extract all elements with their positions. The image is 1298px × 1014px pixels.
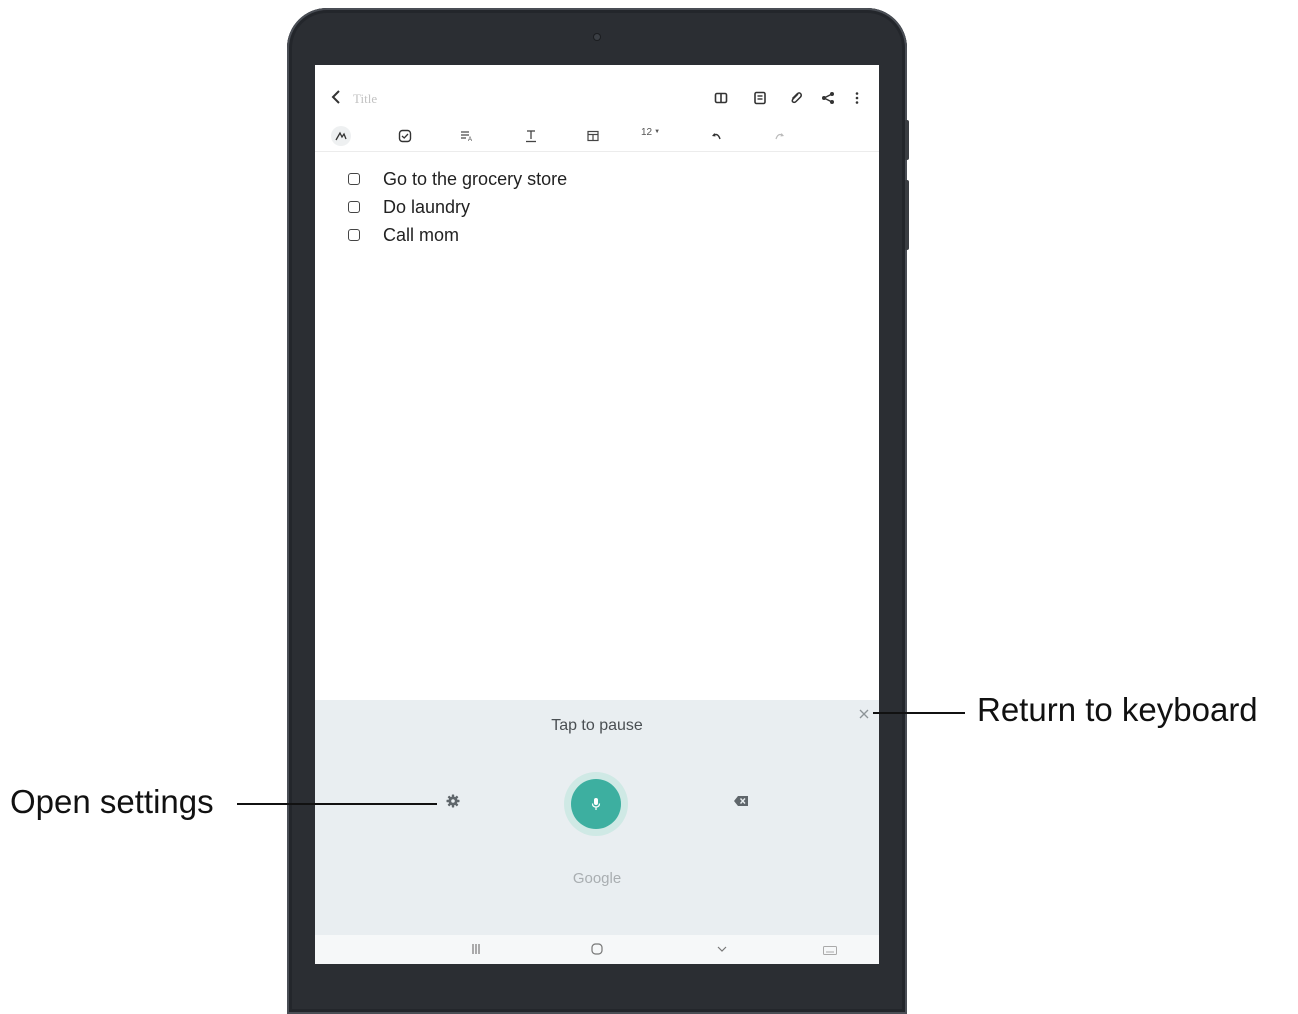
settings-icon[interactable] <box>445 793 461 809</box>
open-settings-callout: Open settings <box>10 783 214 820</box>
backspace-icon[interactable] <box>733 795 749 807</box>
back-icon[interactable] <box>329 89 343 105</box>
text-style-icon[interactable]: A <box>457 127 477 145</box>
more-icon[interactable] <box>850 91 864 105</box>
return-to-keyboard-leader <box>873 712 965 714</box>
recent-apps-icon[interactable] <box>471 943 481 955</box>
pen-mode-icon[interactable] <box>331 126 351 146</box>
font-size-value: 12 <box>641 127 653 138</box>
checklist-item-text[interactable]: Do laundry <box>383 197 470 218</box>
checklist: Go to the grocery store Do laundry Call … <box>345 165 567 249</box>
chevron-down-icon: ▼ <box>654 129 661 135</box>
front-camera <box>594 34 600 40</box>
checklist-item[interactable]: Call mom <box>345 221 567 249</box>
split-view-icon[interactable] <box>714 91 728 105</box>
note-toolbar: Title <box>315 65 879 121</box>
mic-button[interactable] <box>571 779 621 829</box>
text-format-icon[interactable] <box>521 127 541 145</box>
note-title-input[interactable]: Title <box>353 91 377 107</box>
checklist-item-text[interactable]: Call mom <box>383 225 459 246</box>
svg-text:A: A <box>468 137 472 142</box>
checklist-item[interactable]: Do laundry <box>345 193 567 221</box>
voice-status-text[interactable]: Tap to pause <box>315 717 879 735</box>
voice-input-panel: Tap to pause Google <box>315 700 879 935</box>
format-toolbar: A <box>315 121 879 152</box>
table-icon[interactable] <box>583 127 603 145</box>
open-settings-leader <box>237 803 437 805</box>
item-checkbox[interactable] <box>348 173 360 185</box>
checklist-item-text[interactable]: Go to the grocery store <box>383 169 567 190</box>
redo-icon[interactable] <box>769 127 789 145</box>
undo-icon[interactable] <box>707 127 727 145</box>
tablet-screen: Title A 12 ▼ Go to the grocery store Do … <box>315 65 879 964</box>
power-button <box>905 180 909 250</box>
home-icon[interactable] <box>591 943 603 955</box>
collapse-icon[interactable] <box>717 945 727 953</box>
checkbox-icon[interactable] <box>395 127 415 145</box>
notes-icon[interactable] <box>753 91 767 105</box>
item-checkbox[interactable] <box>348 229 360 241</box>
mic-icon <box>591 798 601 810</box>
system-nav-bar <box>315 935 879 964</box>
keyboard-icon[interactable] <box>823 946 837 955</box>
checklist-item[interactable]: Go to the grocery store <box>345 165 567 193</box>
share-icon[interactable] <box>821 91 835 105</box>
font-size-dropdown[interactable]: 12 ▼ <box>641 127 660 138</box>
volume-button <box>905 120 909 160</box>
voice-provider-label: Google <box>572 870 622 887</box>
item-checkbox[interactable] <box>348 201 360 213</box>
return-to-keyboard-callout: Return to keyboard <box>977 691 1258 728</box>
attach-icon[interactable] <box>789 91 803 105</box>
